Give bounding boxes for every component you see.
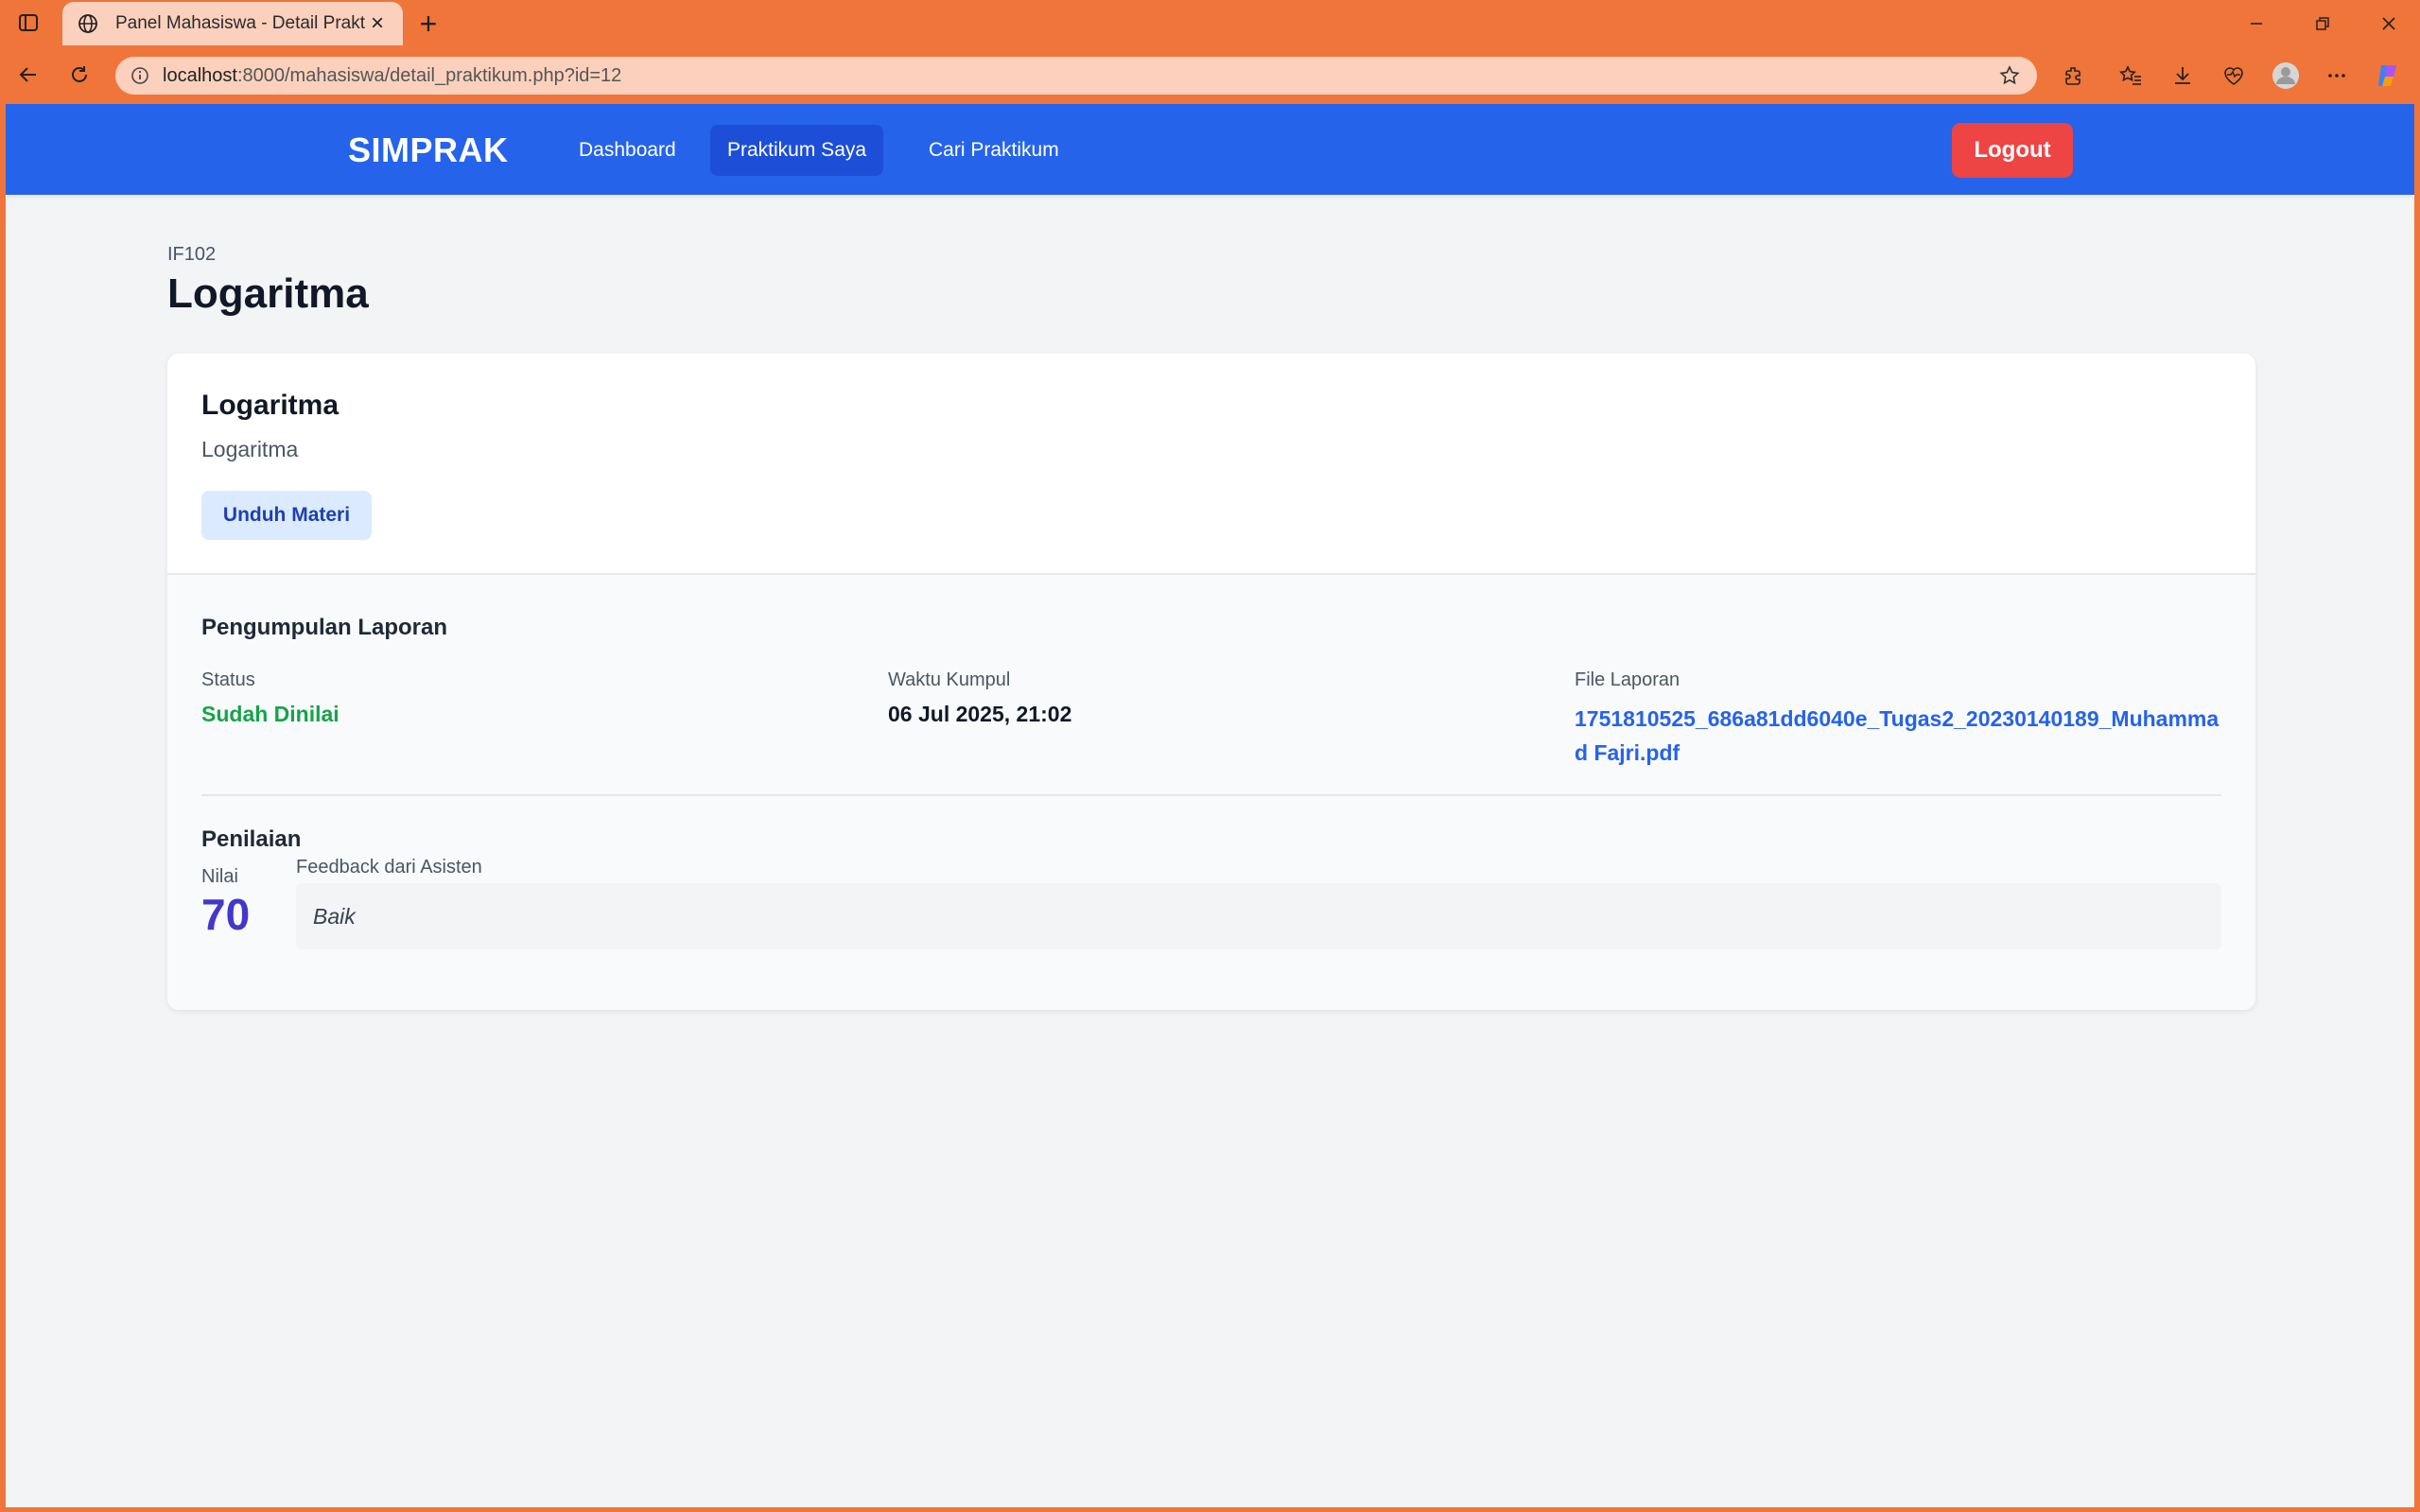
restore-icon[interactable] bbox=[2304, 8, 2342, 40]
health-icon[interactable] bbox=[2218, 60, 2250, 92]
score-value: 70 bbox=[201, 890, 251, 939]
course-code: IF102 bbox=[167, 244, 217, 265]
profile-avatar-icon[interactable] bbox=[2270, 60, 2302, 92]
download-icon[interactable] bbox=[2167, 60, 2199, 92]
status-badge: Sudah Dinilai bbox=[201, 702, 339, 726]
score-label: Nilai bbox=[201, 866, 238, 887]
app-navbar: SIMPRAK Dashboard Praktikum Saya Cari Pr… bbox=[6, 104, 2414, 195]
module-info-section: Logaritma Logaritma Unduh Materi bbox=[167, 354, 2255, 575]
refresh-icon[interactable] bbox=[62, 58, 96, 92]
address-bar[interactable]: localhost:8000/mahasiswa/detail_praktiku… bbox=[115, 57, 2037, 95]
submission-title: Pengumpulan Laporan bbox=[201, 615, 448, 640]
close-tab-icon[interactable]: × bbox=[365, 10, 390, 36]
url-host: localhost bbox=[163, 64, 237, 86]
submit-time-value: 06 Jul 2025, 21:02 bbox=[888, 702, 1072, 726]
url-text[interactable]: localhost:8000/mahasiswa/detail_praktiku… bbox=[163, 65, 1995, 87]
more-options-icon[interactable] bbox=[2321, 60, 2353, 92]
grading-title: Penilaian bbox=[201, 826, 302, 852]
site-info-icon[interactable] bbox=[129, 64, 151, 87]
status-label: Status bbox=[201, 669, 255, 690]
page-title: Logaritma bbox=[167, 270, 369, 317]
tab-actions-icon[interactable] bbox=[15, 9, 42, 36]
nav-dashboard[interactable]: Dashboard bbox=[562, 125, 693, 176]
brand-logo[interactable]: SIMPRAK bbox=[348, 130, 509, 170]
submit-time-label: Waktu Kumpul bbox=[888, 669, 1011, 690]
tab-title: Panel Mahasiswa - Detail Praktikum bbox=[115, 13, 365, 33]
divider bbox=[201, 794, 2221, 796]
browser-toolbar: localhost:8000/mahasiswa/detail_praktiku… bbox=[0, 45, 2420, 104]
module-detail-card: Logaritma Logaritma Unduh Materi Pengump… bbox=[167, 354, 2255, 1010]
new-tab-icon[interactable]: + bbox=[412, 7, 444, 41]
favorite-star-icon[interactable] bbox=[1995, 61, 2024, 90]
browser-tab[interactable]: Panel Mahasiswa - Detail Praktikum × bbox=[62, 2, 403, 45]
submission-section: Pengumpulan Laporan Status Sudah Dinilai… bbox=[167, 575, 2255, 1010]
feedback-text: Baik bbox=[296, 883, 2221, 949]
back-icon[interactable] bbox=[11, 58, 45, 92]
url-path: :8000/mahasiswa/detail_praktikum.php?id=… bbox=[236, 64, 622, 86]
page-viewport: SIMPRAK Dashboard Praktikum Saya Cari Pr… bbox=[6, 104, 2414, 1507]
close-window-icon[interactable] bbox=[2370, 8, 2408, 40]
globe-icon bbox=[76, 11, 100, 36]
report-file-label: File Laporan bbox=[1575, 669, 1680, 690]
report-file-link[interactable]: 1751810525_686a81dd6040e_Tugas2_20230140… bbox=[1575, 702, 2227, 770]
logout-button[interactable]: Logout bbox=[1952, 123, 2073, 178]
extensions-icon[interactable] bbox=[2058, 60, 2090, 92]
feedback-label: Feedback dari Asisten bbox=[296, 857, 482, 878]
download-material-button[interactable]: Unduh Materi bbox=[201, 491, 372, 540]
copilot-icon[interactable] bbox=[2372, 60, 2404, 92]
favorites-icon[interactable] bbox=[2115, 60, 2147, 92]
nav-cari-praktikum[interactable]: Cari Praktikum bbox=[912, 125, 1076, 176]
nav-praktikum-saya[interactable]: Praktikum Saya bbox=[710, 125, 884, 176]
minimize-icon[interactable] bbox=[2237, 8, 2275, 40]
browser-tab-bar: Panel Mahasiswa - Detail Praktikum × + bbox=[0, 0, 2420, 45]
module-title: Logaritma bbox=[201, 390, 339, 421]
module-description: Logaritma bbox=[201, 437, 299, 461]
